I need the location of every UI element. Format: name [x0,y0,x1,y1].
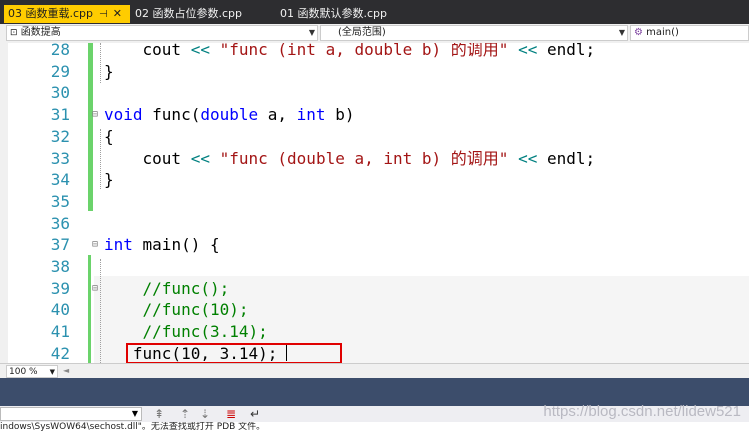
code-text: //func(3.14); [104,322,268,342]
word-wrap-icon[interactable]: ↵ [250,407,260,421]
member-label: main() [646,27,679,38]
code-line[interactable]: 42 func(10, 3.14); [0,343,749,363]
code-line[interactable]: 39 ⊟ //func(); [0,278,749,300]
document-tab-bar: 03 函数重载.cpp ⊣ ✕ 02 函数占位参数.cpp 01 函数默认参数.cp… [0,0,749,23]
code-text: } [104,61,114,81]
code-line[interactable]: 29} [0,61,749,83]
tab-label: 03 函数重载.cpp [8,7,94,20]
code-text: cout << "func (int a, double b) 的调用" << … [104,43,596,59]
code-line[interactable]: 32 { [0,126,749,148]
line-number: 34 [50,170,70,190]
project-label: 函数提高 [20,27,61,38]
watermark: https://blog.csdn.net/lidew521 [543,403,741,420]
code-line[interactable]: 40 //func(10); [0,299,749,321]
tab-function-overload[interactable]: 03 函数重载.cpp ⊣ ✕ [4,5,130,23]
highlight-annotation-box [126,343,342,363]
code-line[interactable]: 31 ⊟ void func(double a, int b) [0,104,749,126]
panel-separator [0,378,749,406]
text-caret [286,345,287,361]
output-source-dropdown[interactable]: ▼ [0,407,142,421]
tab-placeholder-params[interactable]: 02 函数占位参数.cpp [131,5,271,23]
editor-status-bar: 100 % ▼ ◄ [0,363,749,379]
code-text: void func(double a, int b) [104,105,355,125]
code-line[interactable]: 34} [0,169,749,191]
line-number: 28 [50,43,70,59]
navigation-bar: ⊡ 函数提高 ▼ (全局范围) ▼ ⚙ main() [0,24,749,44]
code-line[interactable]: 30 [0,82,749,104]
collapse-icon[interactable]: ⊟ [92,234,98,256]
project-icon: ⊡ [10,28,18,38]
line-number: 38 [50,257,70,276]
collapse-icon[interactable]: ⊟ [92,278,98,300]
line-number: 42 [50,343,70,363]
collapse-icon[interactable]: ⊟ [92,104,98,126]
code-text: //func(); [104,278,230,298]
code-line[interactable]: 38 [0,256,749,278]
chevron-down-icon: ▼ [131,409,138,418]
code-text: //func(10); [104,300,249,320]
line-number: 36 [50,213,70,233]
code-line[interactable]: 28 cout << "func (int a, double b) 的调用" … [0,43,749,61]
tab-label: 02 函数占位参数.cpp [135,7,243,20]
line-number: 37 [50,235,70,255]
close-icon[interactable]: ✕ [113,7,122,20]
code-line[interactable]: 36 [0,213,749,235]
code-text: int main() { [104,235,220,255]
code-line[interactable]: 35 [0,191,749,213]
project-dropdown[interactable]: ⊡ 函数提高 ▼ [6,25,318,41]
member-dropdown[interactable]: ⚙ main() [630,25,749,41]
chevron-down-icon: ▼ [618,28,625,37]
tab-label: 01 函数默认参数.cpp [280,7,388,20]
line-number: 30 [50,83,70,103]
tab-default-params[interactable]: 01 函数默认参数.cpp [276,5,416,23]
find-next-icon[interactable]: ⇣ [200,407,210,421]
find-prev-icon[interactable]: ⇡ [180,407,190,421]
line-number: 41 [50,322,70,342]
code-editor[interactable]: 28 cout << "func (int a, double b) 的调用" … [0,43,749,363]
output-text: indows\SysWOW64\sechost.dll"。无法查找或打开 PDB… [0,422,749,432]
code-text: { [104,126,114,146]
scroll-left-icon[interactable]: ◄ [63,366,69,375]
code-line[interactable]: 41 //func(3.14); [0,321,749,343]
line-number: 35 [50,191,70,211]
code-text: } [104,170,114,190]
line-number: 29 [50,61,70,81]
line-number: 31 [50,105,70,125]
line-number: 40 [50,300,70,320]
scope-label: (全局范围) [338,27,386,38]
line-number: 39 [50,278,70,298]
goto-prev-icon[interactable]: ⇞ [154,407,164,421]
pin-icon[interactable]: ⊣ [99,9,108,20]
clear-all-icon[interactable]: ≣ [226,407,236,421]
code-text: cout << "func (double a, int b) 的调用" << … [104,148,596,168]
chevron-down-icon: ▼ [308,28,315,37]
scope-dropdown[interactable]: (全局范围) ▼ [320,25,628,41]
line-number: 33 [50,148,70,168]
code-line[interactable]: 33 cout << "func (double a, int b) 的调用" … [0,148,749,170]
code-line[interactable]: 37 ⊟ int main() { [0,234,749,256]
line-number: 32 [50,126,70,146]
zoom-dropdown[interactable]: 100 % ▼ [6,365,58,378]
zoom-label: 100 % [9,367,38,377]
function-icon: ⚙ [634,27,643,38]
